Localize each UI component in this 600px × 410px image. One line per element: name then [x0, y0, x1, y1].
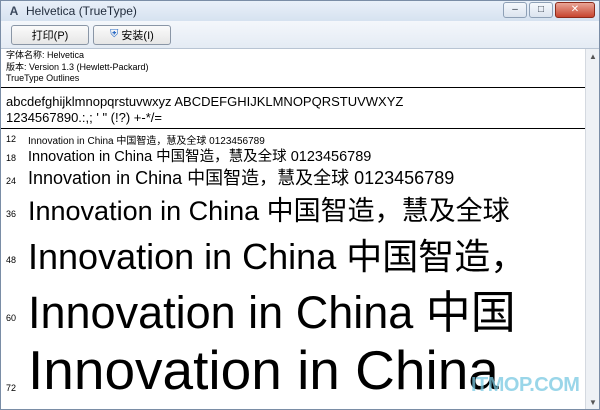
title-bar[interactable]: A Helvetica (TrueType) – □ ✕ [1, 1, 599, 21]
minimize-button[interactable]: – [503, 2, 527, 18]
font-type-line: TrueType Outlines [6, 73, 80, 83]
print-button[interactable]: 打印(P) [11, 24, 89, 45]
scroll-up-icon[interactable]: ▲ [586, 49, 599, 63]
font-info: 字体名称: Helvetica 版本: Version 1.3 (Hewlett… [6, 50, 149, 85]
font-viewer-window: A Helvetica (TrueType) – □ ✕ 打印(P) ⛨ 安装(… [0, 0, 600, 410]
install-button[interactable]: ⛨ 安装(I) [93, 24, 171, 45]
divider-bottom [1, 128, 585, 129]
font-preview-area: 字体名称: Helvetica 版本: Version 1.3 (Hewlett… [1, 49, 585, 409]
sample-text: Innovation in China 中国 [28, 287, 516, 338]
size-label: 48 [6, 255, 17, 265]
alphabet-sample: abcdefghijklmnopqrstuvwxyz ABCDEFGHIJKLM… [6, 94, 404, 109]
size-label: 12 [6, 134, 17, 144]
sample-text: Innovation in China 中国智造， [28, 236, 527, 277]
size-row-24: 24 Innovation in China 中国智造，慧及全球 0123456… [1, 163, 585, 189]
font-name-line: 字体名称: Helvetica [6, 50, 85, 60]
install-button-label: 安装(I) [121, 29, 154, 42]
shield-icon: ⛨ [110, 28, 119, 40]
size-row-60: 60 Innovation in China 中国 [1, 277, 585, 338]
window-controls: – □ ✕ [503, 2, 595, 18]
size-row-72: 72 Innovation in China [1, 333, 585, 409]
close-button[interactable]: ✕ [555, 2, 595, 18]
size-label: 36 [6, 209, 17, 219]
size-label: 72 [6, 383, 17, 393]
size-label: 24 [6, 176, 17, 186]
size-row-36: 36 Innovation in China 中国智造，慧及全球 [1, 187, 585, 227]
watermark-logo: ITMOP.COM [471, 374, 580, 396]
size-label: 18 [6, 153, 17, 163]
window-title: Helvetica (TrueType) [26, 4, 137, 18]
sample-text: Innovation in China [28, 339, 499, 401]
digits-punct-sample: 1234567890.:,; ' " (!?) +-*/= [6, 110, 162, 125]
divider-top [1, 87, 585, 88]
scroll-down-icon[interactable]: ▼ [586, 395, 599, 409]
font-app-icon: A [9, 4, 19, 18]
toolbar: 打印(P) ⛨ 安装(I) [1, 21, 599, 49]
sample-text: Innovation in China 中国智造，慧及全球 [28, 196, 510, 226]
vertical-scrollbar[interactable]: ▲ ▼ [585, 49, 599, 409]
print-button-label: 打印(P) [31, 29, 69, 42]
maximize-button[interactable]: □ [529, 2, 553, 18]
font-version-line: 版本: Version 1.3 (Hewlett-Packard) [6, 61, 149, 72]
size-label: 60 [6, 313, 17, 323]
size-row-48: 48 Innovation in China 中国智造， [1, 227, 585, 277]
